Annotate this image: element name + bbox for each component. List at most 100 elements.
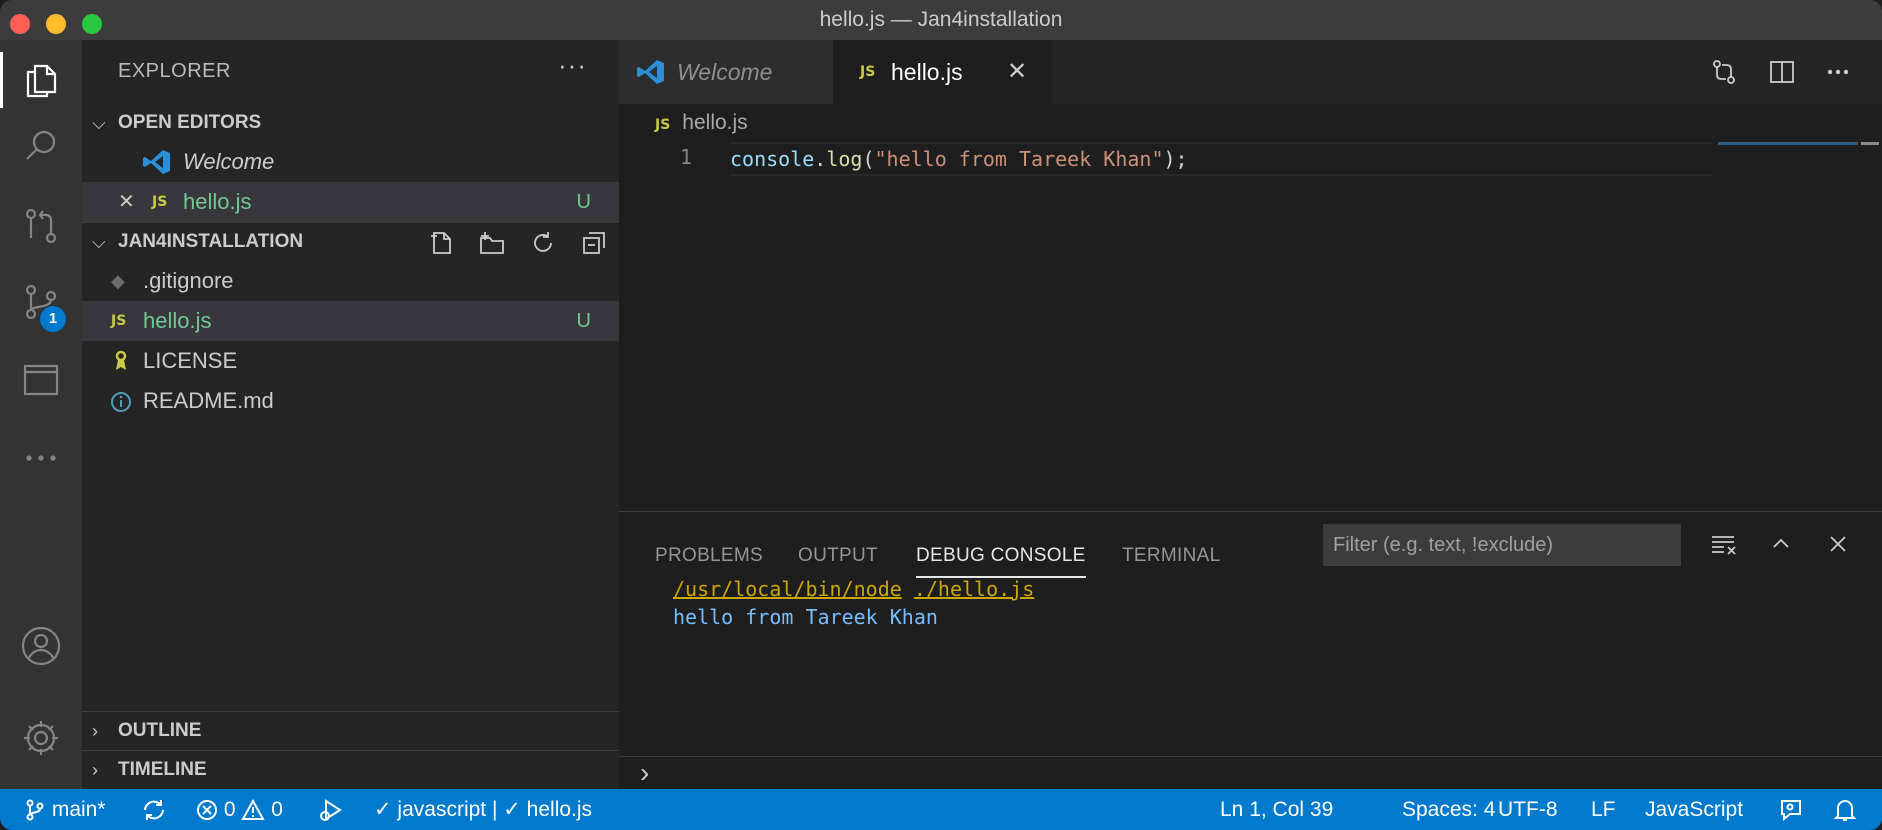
notifications-button[interactable] xyxy=(1833,789,1857,830)
status-bar: main* 0 0 ✓ javascript | ✓ hello.js Ln 1… xyxy=(0,789,1882,830)
warning-icon xyxy=(241,799,266,821)
branch-button[interactable]: main* xyxy=(24,789,106,830)
search-activity-button[interactable] xyxy=(0,106,82,186)
encoding[interactable]: UTF-8 xyxy=(1498,789,1558,830)
account-icon xyxy=(21,626,61,666)
file-readme[interactable]: README.md xyxy=(82,381,619,421)
more-actions-button[interactable] xyxy=(1823,57,1853,87)
activity-bar: 1 xyxy=(0,40,82,789)
language-mode[interactable]: JavaScript xyxy=(1645,789,1743,830)
tab-label: hello.js xyxy=(891,59,963,85)
node-path-link[interactable]: /usr/local/bin/node xyxy=(673,577,902,601)
close-panel-button[interactable] xyxy=(1823,529,1853,559)
refresh-icon xyxy=(534,232,552,252)
file-gitignore[interactable]: ◆ .gitignore xyxy=(82,261,619,301)
open-editors-header[interactable]: ⌵ OPEN EDITORS xyxy=(82,104,619,142)
clear-all-icon xyxy=(1712,536,1736,555)
git-branch-icon xyxy=(26,799,44,821)
accounts-button[interactable] xyxy=(0,606,82,686)
clear-console-button[interactable] xyxy=(1709,529,1739,559)
timeline-header[interactable]: › TIMELINE xyxy=(82,751,619,789)
error-icon xyxy=(197,800,217,821)
outline-label: OUTLINE xyxy=(118,720,202,741)
console-output: hello from Tareek Khan xyxy=(673,605,938,629)
explorer-sidebar: EXPLORER ··· ⌵ OPEN EDITORS Welcome ✕ JS… xyxy=(82,40,619,789)
tab-debug-console[interactable]: DEBUG CONSOLE xyxy=(916,534,1086,578)
code-token-paren: ); xyxy=(1163,147,1188,171)
close-icon xyxy=(1830,536,1846,552)
chevron-right-icon: › xyxy=(92,721,98,741)
split-editor-icon xyxy=(1770,61,1794,83)
tab-output[interactable]: OUTPUT xyxy=(798,534,878,578)
source-control-badge: 1 xyxy=(40,306,66,332)
open-editor-label: hello.js xyxy=(183,189,252,214)
eslint-status[interactable]: ✓ javascript | ✓ hello.js xyxy=(374,789,592,830)
chevron-down-icon: ⌵ xyxy=(92,232,106,252)
chevron-right-icon: › xyxy=(92,760,98,780)
file-license[interactable]: LICENSE xyxy=(82,341,619,381)
refresh-button[interactable] xyxy=(530,230,556,256)
git-file-icon: ◆ xyxy=(111,271,125,291)
vscode-logo-icon xyxy=(637,60,664,84)
title-bar: hello.js — Jan4installation xyxy=(0,0,1882,40)
code-token-function: log xyxy=(826,147,863,171)
new-folder-button[interactable] xyxy=(479,230,505,256)
breadcrumb-file: hello.js xyxy=(682,111,748,134)
untracked-badge: U xyxy=(576,191,591,213)
tab-welcome[interactable]: Welcome xyxy=(619,40,833,104)
more-icon xyxy=(1827,69,1849,75)
breadcrumb[interactable]: JS hello.js xyxy=(655,109,748,137)
run-debug-activity-button[interactable]: 1 xyxy=(0,262,82,342)
manage-settings-button[interactable] xyxy=(0,698,82,778)
file-hello-js[interactable]: JS hello.js U xyxy=(82,301,619,341)
workspace-label: JAN4INSTALLATION xyxy=(118,231,304,252)
end-of-line[interactable]: LF xyxy=(1591,789,1616,830)
source-control-activity-button[interactable] xyxy=(0,186,82,266)
editor-tab-bar: Welcome JS hello.js ✕ xyxy=(619,40,1882,104)
more-activity-button[interactable] xyxy=(0,418,82,498)
workspace-header[interactable]: ⌵ JAN4INSTALLATION xyxy=(82,223,619,261)
bell-icon xyxy=(1833,800,1857,822)
info-icon xyxy=(111,392,131,412)
repl-input[interactable]: › xyxy=(619,756,1882,791)
code-token-dot: . xyxy=(814,147,827,171)
open-editor-hello-js[interactable]: ✕ JS hello.js U xyxy=(82,182,619,222)
tab-terminal[interactable]: TERMINAL xyxy=(1122,534,1220,578)
live-share-button[interactable] xyxy=(318,789,344,830)
collapse-all-button[interactable] xyxy=(581,230,607,256)
maximize-panel-button[interactable] xyxy=(1766,529,1796,559)
js-file-icon: JS xyxy=(111,313,127,329)
untracked-badge: U xyxy=(576,310,591,332)
sidebar-more-button[interactable]: ··· xyxy=(558,50,587,81)
code-line[interactable]: console.log("hello from Tareek Khan"); xyxy=(730,142,1712,176)
chevron-up-icon xyxy=(1773,538,1789,548)
js-file-icon: JS xyxy=(655,117,671,133)
indentation[interactable]: Spaces: 4 xyxy=(1402,789,1495,830)
git-compare-icon xyxy=(25,208,57,244)
cursor-position[interactable]: Ln 1, Col 39 xyxy=(1220,789,1333,830)
open-editor-label: Welcome xyxy=(183,149,275,174)
sync-button[interactable] xyxy=(141,789,167,830)
feedback-button[interactable] xyxy=(1778,789,1804,830)
timeline-label: TIMELINE xyxy=(118,759,207,780)
file-label: .gitignore xyxy=(143,268,234,293)
open-editor-welcome[interactable]: Welcome xyxy=(82,142,619,182)
tab-hello-js[interactable]: JS hello.js ✕ xyxy=(833,40,1051,104)
tab-label: Welcome xyxy=(677,59,773,85)
run-debug-icon xyxy=(320,799,342,822)
tab-problems[interactable]: PROBLEMS xyxy=(655,534,763,578)
problems-button[interactable]: 0 0 xyxy=(196,789,283,830)
close-tab-icon[interactable]: ✕ xyxy=(1007,40,1027,104)
close-icon[interactable]: ✕ xyxy=(118,182,135,222)
new-file-button[interactable] xyxy=(429,230,455,256)
filter-input[interactable]: Filter (e.g. text, !exclude) xyxy=(1323,524,1681,566)
script-link[interactable]: ./hello.js xyxy=(914,577,1034,601)
split-editor-button[interactable] xyxy=(1767,57,1797,87)
extensions-activity-button[interactable] xyxy=(0,340,82,420)
file-label: README.md xyxy=(143,388,274,413)
minimap[interactable] xyxy=(1718,142,1882,146)
vscode-window: hello.js — Jan4installation 1 EXPLORER ·… xyxy=(0,0,1882,830)
outline-header[interactable]: › OUTLINE xyxy=(82,712,619,750)
open-changes-button[interactable] xyxy=(1709,57,1739,87)
warning-count: 0 xyxy=(271,798,283,821)
